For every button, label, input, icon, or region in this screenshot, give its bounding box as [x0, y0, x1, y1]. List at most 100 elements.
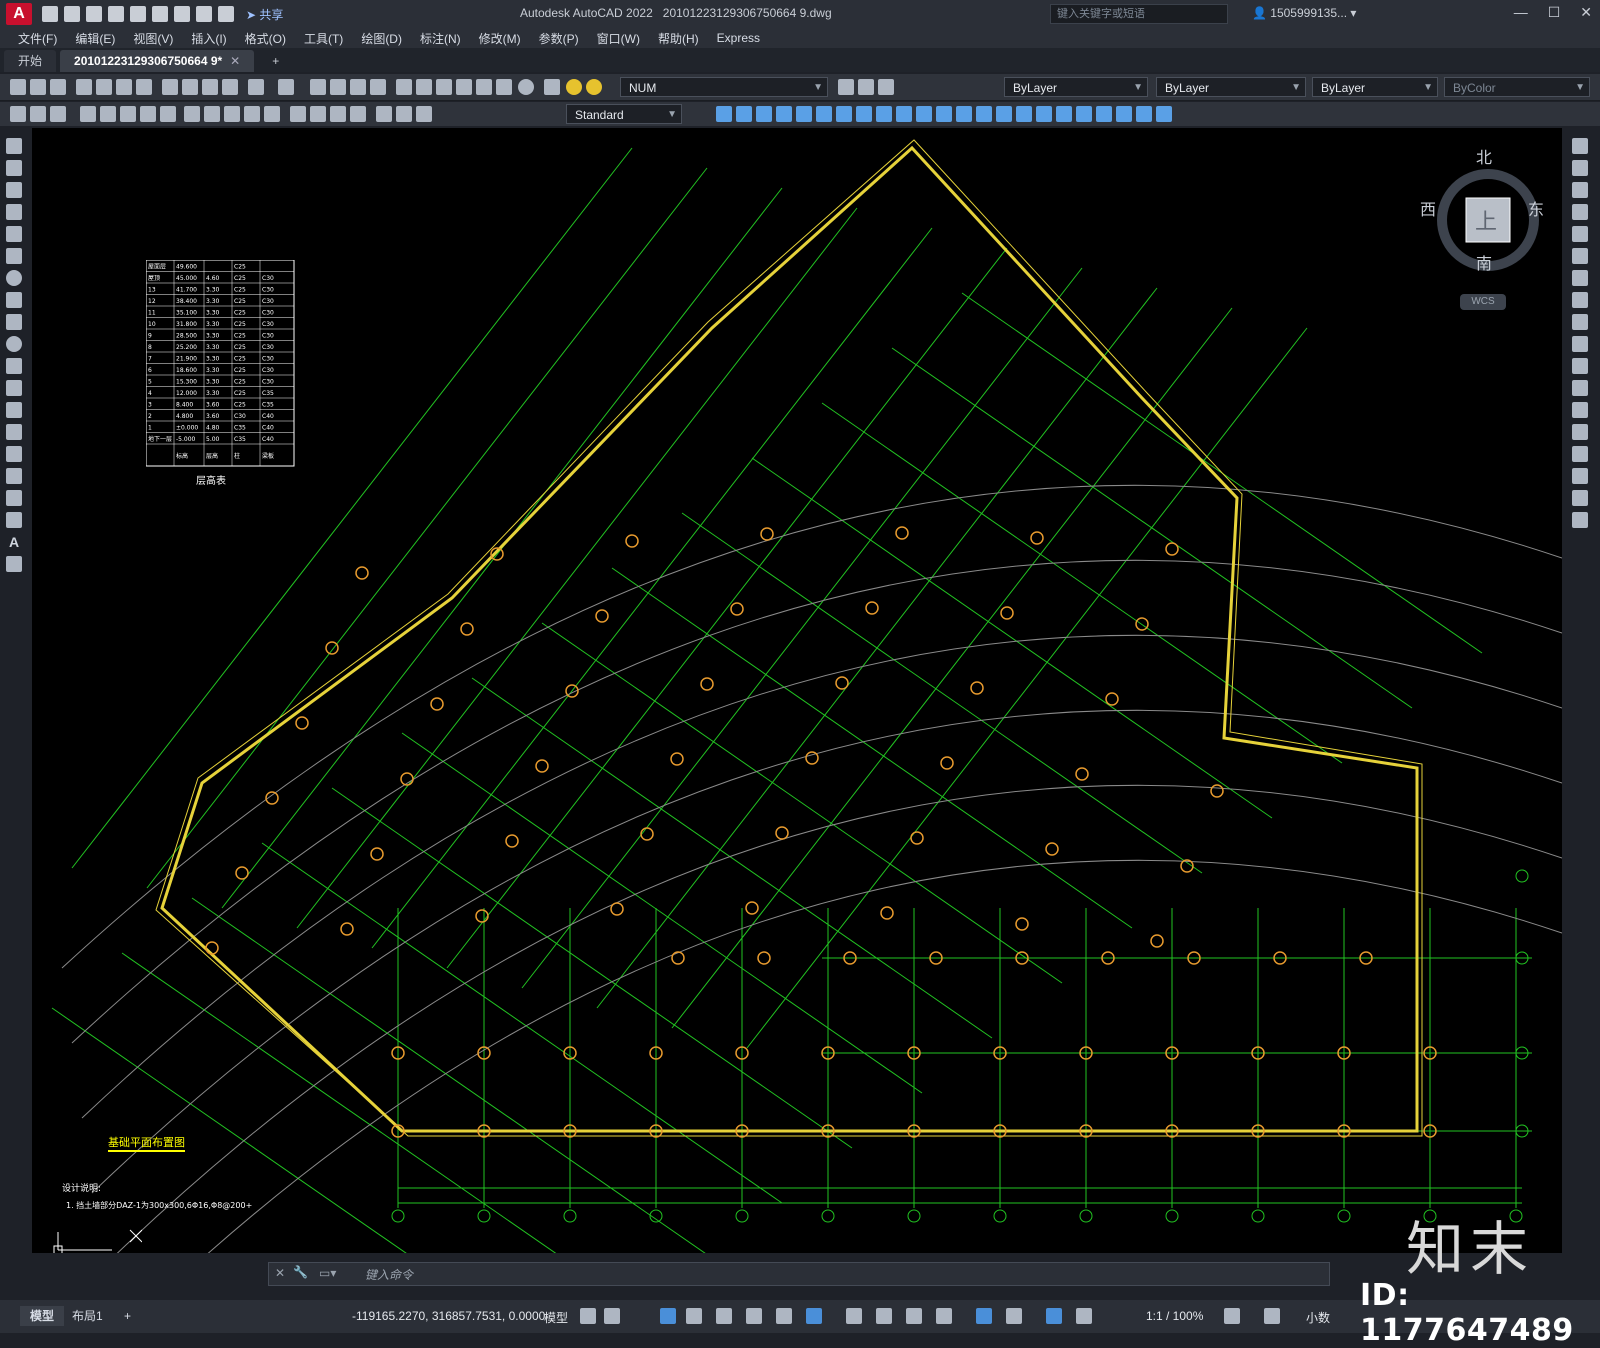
3d-print-icon[interactable] [136, 79, 152, 95]
annotation-visibility-icon[interactable] [1046, 1308, 1062, 1324]
gizmo-icon[interactable] [1006, 1308, 1022, 1324]
command-input[interactable]: 键入命令 [365, 1266, 413, 1283]
dim-text-edit-icon[interactable] [396, 106, 412, 122]
layer-properties-icon[interactable] [544, 79, 560, 95]
3d-align-icon[interactable] [1156, 106, 1172, 122]
menu-help[interactable]: 帮助(H) [658, 30, 699, 47]
publish-icon[interactable] [116, 79, 132, 95]
break-at-point-icon[interactable] [1572, 380, 1588, 396]
menu-insert[interactable]: 插入(I) [191, 30, 226, 47]
flatshot-icon[interactable] [1096, 106, 1112, 122]
lineweight-icon[interactable] [806, 1308, 822, 1324]
gradient-icon[interactable] [6, 468, 22, 484]
union-icon[interactable] [936, 106, 952, 122]
quick-dim-icon[interactable] [184, 106, 200, 122]
menu-file[interactable]: 文件(F) [18, 30, 57, 47]
make-block-icon[interactable] [6, 402, 22, 418]
tab-model[interactable]: 模型 [20, 1306, 65, 1326]
center-mark-icon[interactable] [310, 106, 326, 122]
polar-icon[interactable] [686, 1308, 702, 1324]
trim-icon[interactable] [1572, 336, 1588, 352]
add-selected-icon[interactable] [6, 556, 22, 572]
help-icon[interactable] [518, 79, 534, 95]
polygon-icon[interactable] [6, 204, 22, 220]
tab-layout1[interactable]: 布局1 [62, 1306, 113, 1326]
presspull-icon[interactable] [996, 106, 1012, 122]
isodraft-icon[interactable] [716, 1308, 732, 1324]
region-icon[interactable] [6, 490, 22, 506]
plot-icon[interactable] [76, 79, 92, 95]
layer-previous-icon[interactable] [858, 79, 874, 95]
pyramid-icon[interactable] [796, 106, 812, 122]
revision-cloud-icon[interactable] [6, 292, 22, 308]
section-plane-icon[interactable] [1076, 106, 1092, 122]
viewcube-north[interactable]: 北 [1476, 144, 1492, 168]
sweep-icon[interactable] [896, 106, 912, 122]
command-line[interactable]: ✕ 🔧 ▭▾ 键入命令 [268, 1262, 1330, 1286]
inspect-icon[interactable] [330, 106, 346, 122]
construction-line-icon[interactable] [6, 160, 22, 176]
add-layout-button[interactable]: + [114, 1306, 141, 1326]
dim-jogged-icon[interactable] [120, 106, 136, 122]
dynamic-ucs-icon[interactable] [936, 1308, 952, 1324]
lineweight-dropdown[interactable]: ByLayer ▼ [1312, 77, 1438, 97]
thicken-icon[interactable] [1036, 106, 1052, 122]
offset-icon[interactable] [1572, 204, 1588, 220]
search-input[interactable]: 键入关键字或短语 [1050, 4, 1228, 24]
hatch-icon[interactable] [6, 446, 22, 462]
plot-icon[interactable] [174, 6, 190, 22]
user-account[interactable]: 👤 1505999135... ▾ [1252, 6, 1356, 20]
save-icon[interactable] [86, 6, 102, 22]
fillet-icon[interactable] [1572, 468, 1588, 484]
circle-icon[interactable] [6, 270, 22, 286]
calculator-icon[interactable] [496, 79, 512, 95]
layer-state-icon[interactable] [878, 79, 894, 95]
workspace-gear-icon[interactable] [1224, 1308, 1240, 1324]
new-icon[interactable] [42, 6, 58, 22]
break-icon[interactable] [1572, 402, 1588, 418]
linetype-dropdown[interactable]: ByLayer ▼ [1156, 77, 1306, 97]
cylinder-icon[interactable] [736, 106, 752, 122]
dim-aligned-icon[interactable] [30, 106, 46, 122]
autocad-logo-icon[interactable]: A [6, 3, 32, 25]
zoom-realtime-icon[interactable] [330, 79, 346, 95]
dim-baseline-icon[interactable] [204, 106, 220, 122]
dim-space-icon[interactable] [244, 106, 260, 122]
array-icon[interactable] [1572, 226, 1588, 242]
cut-icon[interactable] [162, 79, 178, 95]
dim-break-icon[interactable] [264, 106, 280, 122]
multiline-text-icon[interactable]: A [6, 534, 22, 550]
color-dropdown[interactable]: ByLayer ▼ [1004, 77, 1148, 97]
selection-cycling-icon[interactable] [876, 1308, 892, 1324]
insert-block-icon[interactable] [6, 380, 22, 396]
menu-window[interactable]: 窗口(W) [597, 30, 640, 47]
menu-express[interactable]: Express [717, 31, 760, 45]
dim-radius-icon[interactable] [100, 106, 116, 122]
join-icon[interactable] [1572, 424, 1588, 440]
viewcube-south[interactable]: 南 [1476, 250, 1492, 274]
tab-close-icon[interactable]: ✕ [230, 54, 240, 68]
undo-icon[interactable] [248, 79, 264, 95]
dim-update-icon[interactable] [416, 106, 432, 122]
menu-parametric[interactable]: 参数(P) [539, 30, 579, 47]
menu-tools[interactable]: 工具(T) [304, 30, 343, 47]
model-space-toggle[interactable]: 模型 [544, 1309, 568, 1326]
paste-icon[interactable] [202, 79, 218, 95]
extrude-icon[interactable] [856, 106, 872, 122]
arc-icon[interactable] [6, 248, 22, 264]
lightbulb-icon[interactable] [566, 79, 582, 95]
redo-icon[interactable] [218, 6, 234, 22]
menu-edit[interactable]: 编辑(E) [75, 30, 115, 47]
ellipse-icon[interactable] [6, 336, 22, 352]
viewcube-east[interactable]: 东 [1528, 196, 1544, 220]
sun-icon[interactable] [586, 79, 602, 95]
selection-filter-icon[interactable] [976, 1308, 992, 1324]
open-icon[interactable] [64, 6, 80, 22]
loft-icon[interactable] [916, 106, 932, 122]
zoom-window-icon[interactable] [350, 79, 366, 95]
object-snap-icon[interactable] [776, 1308, 792, 1324]
jogged-linear-icon[interactable] [350, 106, 366, 122]
sheet-set-icon[interactable] [456, 79, 472, 95]
stretch-icon[interactable] [1572, 314, 1588, 330]
snap-icon[interactable] [604, 1308, 620, 1324]
